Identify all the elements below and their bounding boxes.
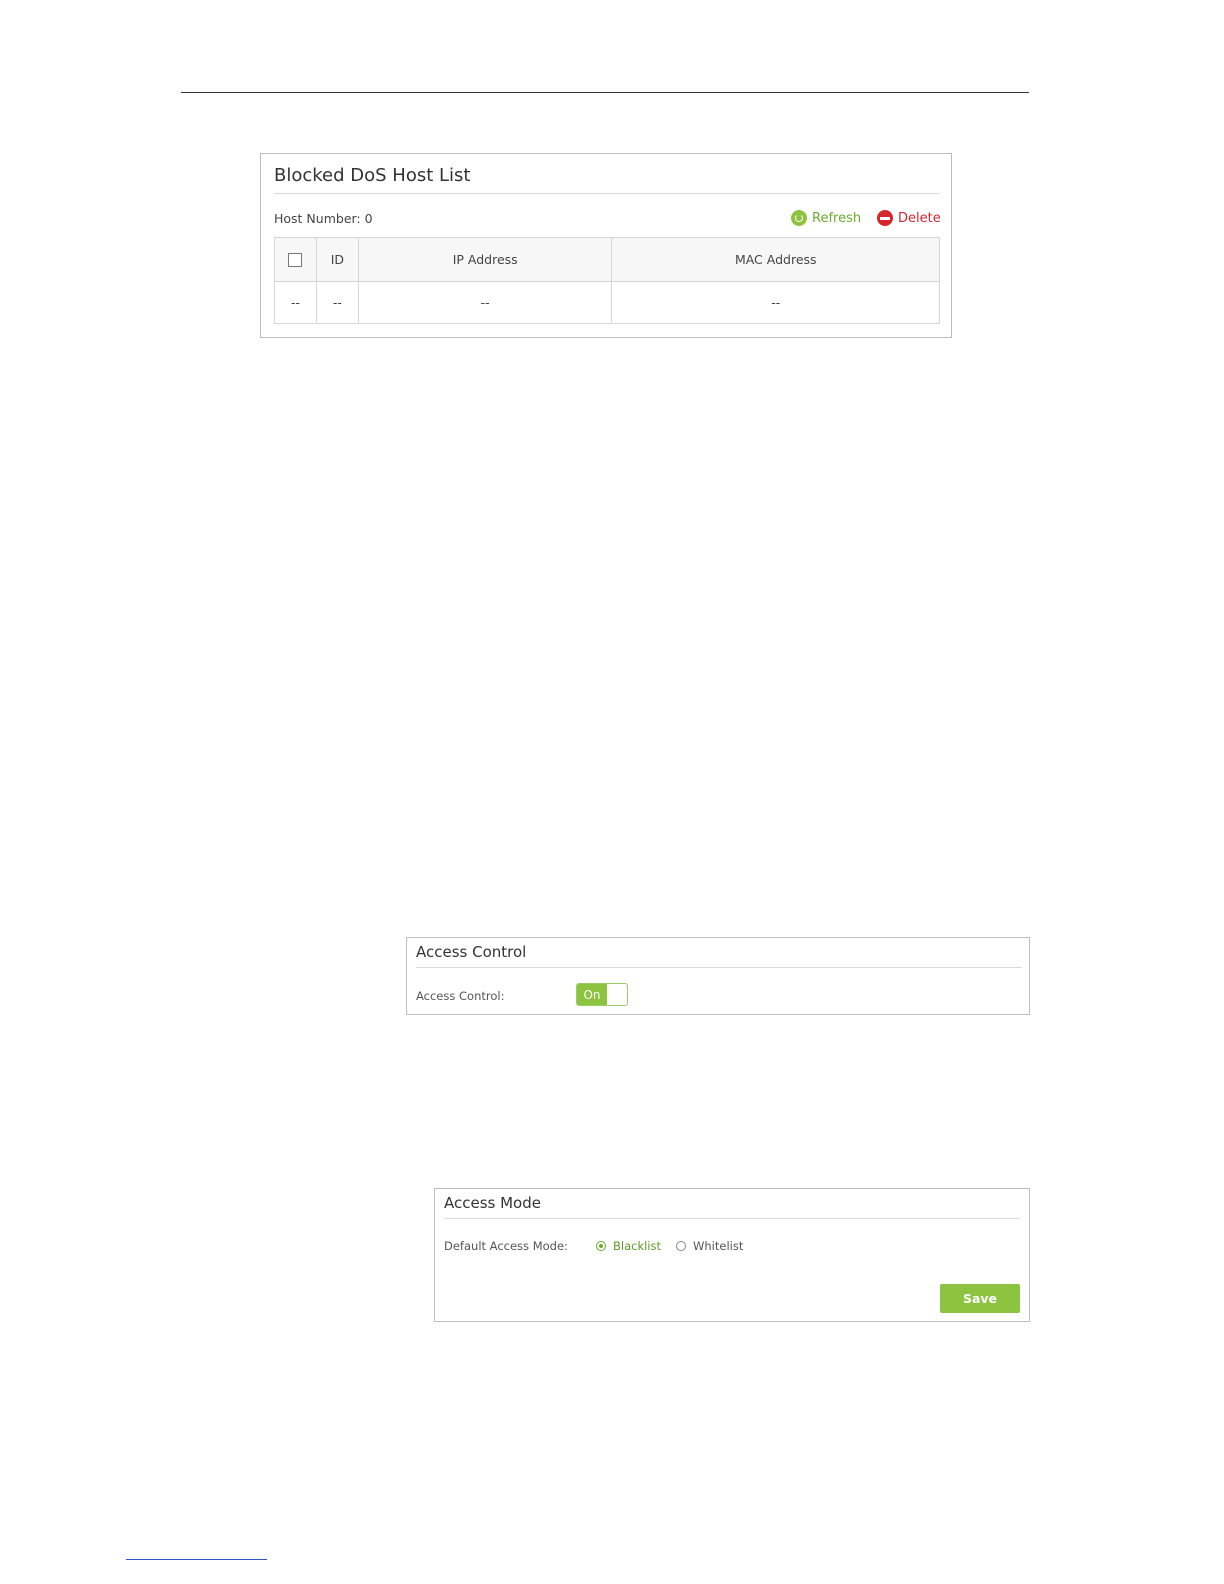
- access-mode-panel: Access Mode Default Access Mode: Blackli…: [434, 1188, 1030, 1322]
- host-number-label: Host Number:: [274, 211, 361, 226]
- panel-divider: [416, 967, 1022, 968]
- table-cell-ip-address: --: [357, 281, 613, 324]
- host-number-value: 0: [364, 211, 373, 226]
- host-number: Host Number: 0: [274, 211, 373, 226]
- radio-whitelist-label: Whitelist: [693, 1239, 744, 1253]
- table-row: -- -- -- --: [274, 281, 940, 324]
- radio-blacklist[interactable]: Blacklist: [596, 1239, 661, 1253]
- refresh-button[interactable]: Refresh: [791, 210, 861, 226]
- radio-blacklist-label: Blacklist: [613, 1239, 662, 1253]
- radio-unselected-icon: [676, 1241, 686, 1251]
- table-header-row: ID IP Address MAC Address: [274, 237, 940, 282]
- page-header-rule: [181, 92, 1029, 93]
- panel-divider: [444, 1218, 1020, 1219]
- refresh-label: Refresh: [812, 210, 862, 226]
- select-all-header[interactable]: [274, 237, 317, 282]
- toggle-on-label: On: [577, 984, 607, 1005]
- table-cell-id: --: [315, 281, 359, 324]
- access-control-panel: Access Control Access Control: On: [406, 937, 1030, 1015]
- column-header-ip-address: IP Address: [357, 237, 613, 282]
- table-cell-select: --: [274, 281, 317, 324]
- panel-title: Blocked DoS Host List: [274, 165, 471, 186]
- panel-title: Access Mode: [444, 1194, 541, 1212]
- default-access-mode-label: Default Access Mode:: [444, 1239, 568, 1253]
- access-control-label: Access Control:: [416, 989, 505, 1003]
- host-table: ID IP Address MAC Address -- -- -- --: [274, 237, 940, 324]
- select-all-checkbox[interactable]: [288, 253, 303, 268]
- panel-divider: [274, 193, 940, 194]
- refresh-icon: [791, 210, 807, 226]
- save-button[interactable]: Save: [940, 1284, 1020, 1313]
- access-control-toggle[interactable]: On: [576, 983, 628, 1006]
- table-cell-mac-address: --: [611, 281, 940, 324]
- blocked-dos-host-list-panel: Blocked DoS Host List Host Number: 0 Ref…: [260, 153, 952, 338]
- radio-whitelist[interactable]: Whitelist: [676, 1239, 743, 1253]
- footer-link-underline[interactable]: [126, 1559, 267, 1560]
- delete-icon: [877, 210, 893, 226]
- column-header-mac-address: MAC Address: [611, 237, 940, 282]
- panel-title: Access Control: [416, 943, 527, 961]
- delete-label: Delete: [898, 210, 941, 226]
- radio-selected-icon: [596, 1241, 606, 1251]
- delete-button[interactable]: Delete: [877, 210, 941, 226]
- column-header-id: ID: [315, 237, 359, 282]
